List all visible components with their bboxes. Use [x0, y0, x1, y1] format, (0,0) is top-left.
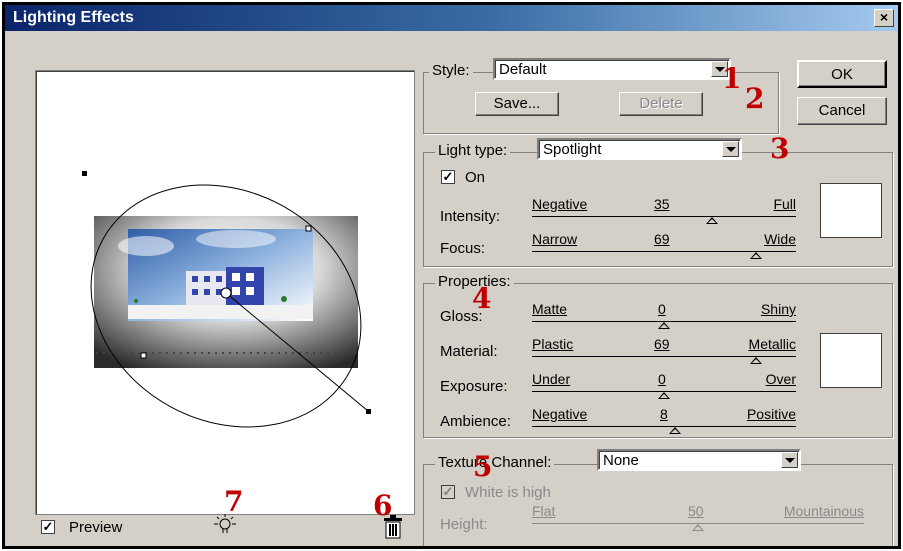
lighting-effects-dialog: Lighting Effects × ✓ Preview Style: Defa…: [2, 2, 901, 549]
exposure-label: Exposure:: [440, 378, 508, 395]
delete-button[interactable]: Delete: [619, 92, 703, 116]
light-on-checkbox[interactable]: ✓: [441, 170, 455, 184]
focus-label: Focus:: [440, 240, 486, 257]
texture-channel-dropdown[interactable]: None: [597, 449, 801, 471]
preview-label: Preview: [69, 519, 123, 536]
preview-checkbox[interactable]: ✓: [41, 520, 55, 534]
light-handle[interactable]: [140, 352, 147, 359]
light-type-value: Spotlight: [543, 141, 602, 158]
annotation-5: 5: [473, 450, 493, 483]
preview-canvas[interactable]: [35, 70, 415, 515]
exposure-max-label: Over: [765, 371, 796, 387]
preview-image: [82, 171, 371, 428]
light-on-label: On: [465, 169, 486, 186]
white-is-high-checkbox[interactable]: ✓: [441, 485, 455, 499]
ambience-min-label: Negative: [532, 406, 588, 422]
light-handle[interactable]: [366, 409, 371, 414]
light-type-label: Light type:: [435, 142, 511, 159]
texture-channel-value: None: [603, 452, 639, 469]
intensity-slider[interactable]: Negative 35 Full: [532, 196, 796, 230]
annotation-3: 3: [770, 132, 790, 165]
cancel-button[interactable]: Cancel: [797, 97, 887, 125]
ambience-thumb[interactable]: [669, 427, 681, 434]
exposure-thumb[interactable]: [658, 392, 670, 399]
ambience-value: 8: [660, 406, 668, 422]
intensity-label: Intensity:: [440, 208, 501, 225]
ambience-label: Ambience:: [440, 413, 511, 430]
light-color-swatch[interactable]: [820, 183, 882, 238]
intensity-value: 35: [654, 196, 670, 212]
ambience-slider[interactable]: Negative 8 Positive: [532, 406, 796, 440]
material-value: 69: [654, 336, 670, 352]
chevron-down-icon[interactable]: [781, 452, 798, 468]
gloss-slider[interactable]: Matte 0 Shiny: [532, 301, 796, 335]
exposure-min-label: Under: [532, 371, 571, 387]
annotation-1: 1: [722, 62, 742, 95]
focus-thumb[interactable]: [750, 252, 762, 259]
height-min-label: Flat: [532, 503, 556, 519]
light-center-handle[interactable]: [220, 287, 232, 299]
height-max-label: Mountainous: [783, 503, 864, 519]
light-type-dropdown[interactable]: Spotlight: [537, 138, 742, 160]
white-is-high-label: White is high: [465, 484, 551, 501]
focus-slider[interactable]: Narrow 69 Wide: [532, 231, 796, 265]
gloss-min-label: Matte: [532, 301, 568, 317]
chevron-down-icon[interactable]: [722, 141, 739, 157]
annotation-6: 6: [373, 489, 393, 522]
focus-max-label: Wide: [764, 231, 796, 247]
ambience-track: [532, 426, 796, 427]
style-value: Default: [499, 61, 547, 78]
gloss-value: 0: [658, 301, 666, 317]
ambience-max-label: Positive: [746, 406, 796, 422]
intensity-track: [532, 216, 796, 217]
close-button[interactable]: ×: [874, 9, 894, 27]
material-label: Material:: [440, 343, 498, 360]
gloss-thumb[interactable]: [658, 322, 670, 329]
focus-min-label: Narrow: [532, 231, 578, 247]
height-label: Height:: [440, 516, 488, 533]
ok-button[interactable]: OK: [797, 60, 887, 88]
annotation-2: 2: [745, 82, 765, 115]
save-button[interactable]: Save...: [475, 92, 559, 116]
intensity-max-label: Full: [773, 196, 796, 212]
gloss-max-label: Shiny: [760, 301, 796, 317]
window-title: Lighting Effects: [13, 9, 134, 26]
material-slider[interactable]: Plastic 69 Metallic: [532, 336, 796, 370]
annotation-4: 4: [472, 282, 492, 315]
texture-channel-label: Texture Channel:: [435, 454, 555, 471]
intensity-thumb[interactable]: [706, 217, 718, 224]
height-value: 50: [688, 503, 704, 519]
light-handle[interactable]: [82, 171, 87, 176]
annotation-7: 7: [224, 485, 244, 518]
exposure-slider[interactable]: Under 0 Over: [532, 371, 796, 405]
material-color-swatch[interactable]: [820, 333, 882, 388]
height-slider[interactable]: Flat 50 Mountainous: [532, 503, 864, 537]
height-thumb[interactable]: [692, 524, 704, 531]
focus-value: 69: [654, 231, 670, 247]
intensity-min-label: Negative: [532, 196, 588, 212]
material-min-label: Plastic: [532, 336, 574, 352]
light-handle[interactable]: [305, 225, 312, 232]
material-thumb[interactable]: [750, 357, 762, 364]
title-bar[interactable]: Lighting Effects ×: [5, 5, 898, 31]
exposure-value: 0: [658, 371, 666, 387]
style-dropdown[interactable]: Default: [493, 58, 731, 80]
material-max-label: Metallic: [748, 336, 796, 352]
style-label: Style:: [429, 62, 473, 79]
